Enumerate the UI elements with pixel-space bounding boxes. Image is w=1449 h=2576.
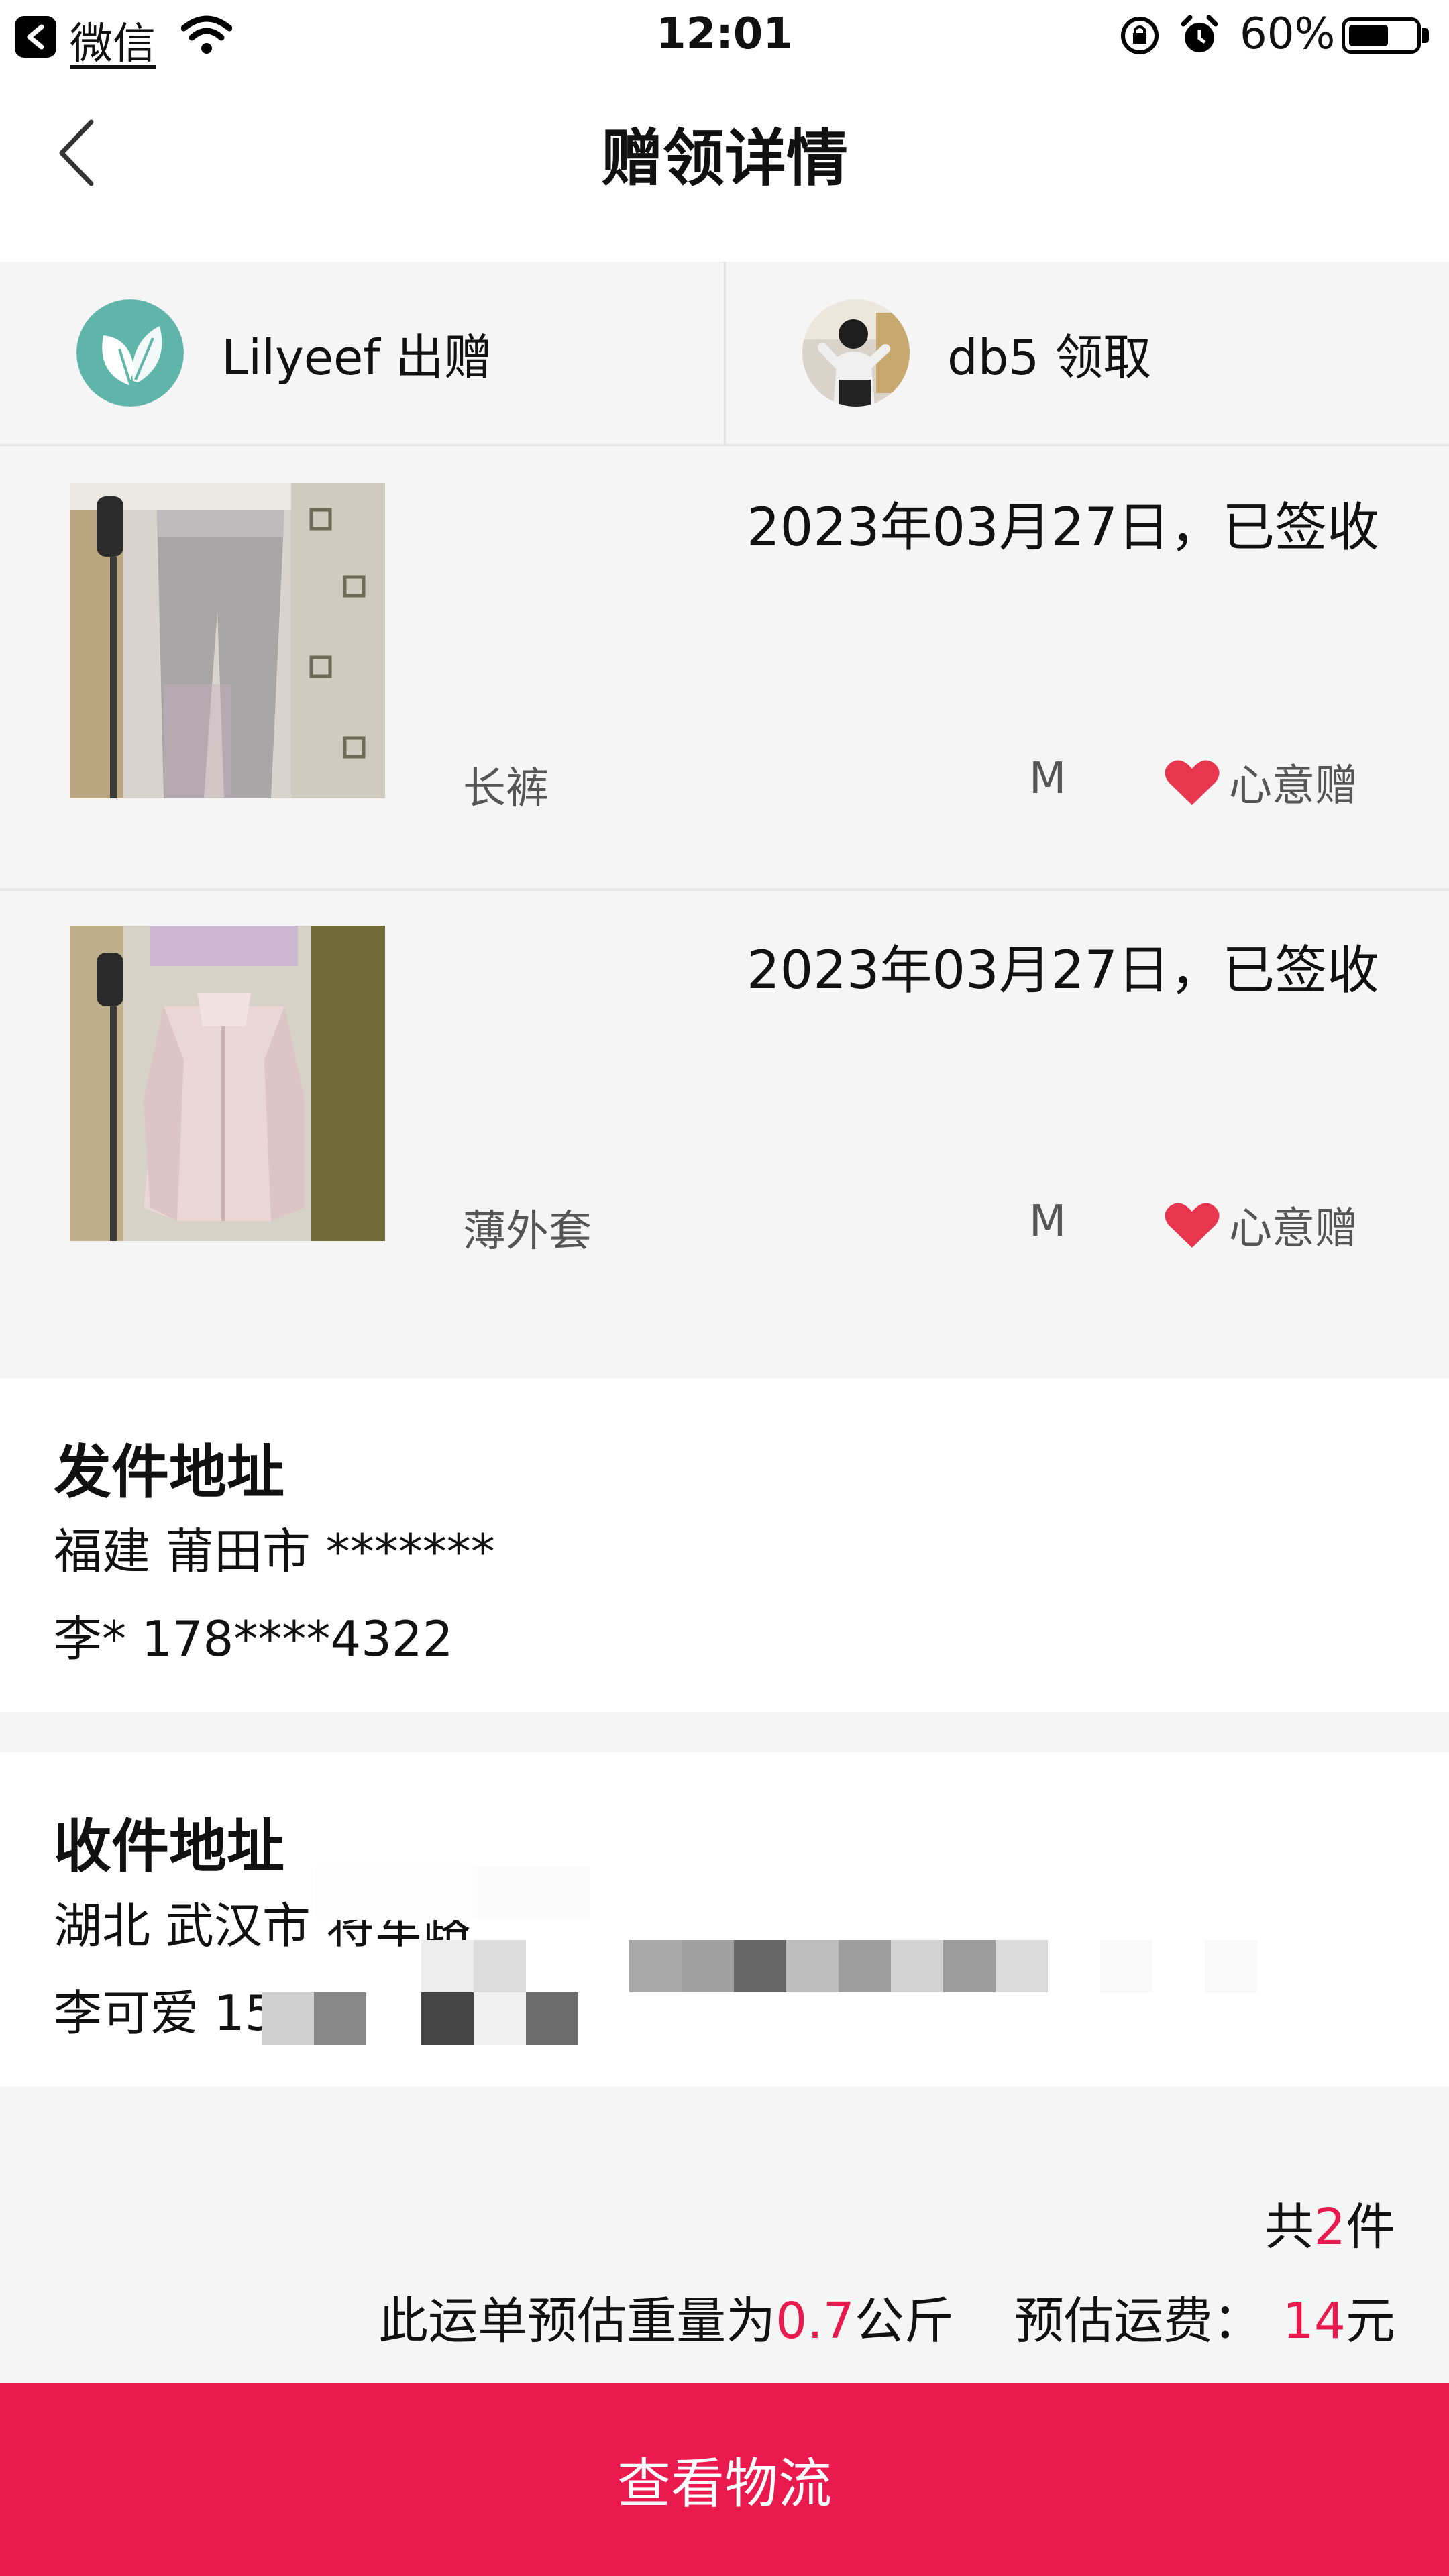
view-logistics-button[interactable]: 查看物流	[0, 2383, 1449, 2576]
nav-bar: 赠领详情	[0, 74, 1449, 262]
item-date-status: 2023年03月27日，已签收	[746, 941, 1379, 1001]
item-date-status: 2023年03月27日，已签收	[746, 498, 1379, 558]
item-photo-pants	[70, 483, 385, 798]
shipment-summary: 共2件 此运单预估重量为0.7公斤 预估运费： 14元	[0, 2086, 1449, 2381]
users-divider	[724, 262, 726, 444]
item-tag: 心意赠	[1163, 751, 1358, 813]
receiver-avatar	[802, 299, 910, 407]
gift-item[interactable]: 2023年03月27日，已签收 长裤 M 心意赠	[0, 448, 1449, 891]
receiver-address-card: 收件地址 湖北 武汉市 将军路 李可爱 15	[0, 1752, 1449, 2086]
fee-unit: 元	[1346, 2292, 1395, 2350]
weight-value: 0.7	[775, 2292, 855, 2350]
weight-unit: 公斤	[854, 2292, 954, 2350]
sender-address-region: 福建 莆田市 *******	[54, 1523, 495, 1580]
item-name: 长裤	[463, 764, 549, 814]
item-size: M	[1029, 754, 1067, 804]
giver-user[interactable]: Lilyeef 出赠	[76, 299, 492, 407]
rotation-lock-icon	[1119, 15, 1161, 59]
fee-value: 14	[1282, 2292, 1346, 2350]
item-count-prefix: 共	[1264, 2198, 1314, 2256]
item-count-suffix: 件	[1346, 2198, 1395, 2256]
item-tag-label: 心意赠	[1229, 761, 1358, 811]
item-size: M	[1029, 1197, 1067, 1246]
receiver-name: db5 领取	[947, 329, 1152, 386]
privacy-mosaic	[0, 1752, 1449, 2086]
item-tag-label: 心意赠	[1229, 1204, 1358, 1254]
clock-time: 12:01	[656, 9, 793, 59]
item-photo-jacket	[70, 926, 385, 1241]
status-bar: 微信 12:01 60%	[0, 0, 1449, 74]
giver-name: Lilyeef 出赠	[221, 329, 492, 386]
item-name: 薄外套	[463, 1207, 592, 1256]
heart-icon	[1165, 760, 1220, 805]
sender-address-title: 发件地址	[54, 1439, 284, 1506]
item-count-value: 2	[1313, 2198, 1346, 2256]
page-title: 赠领详情	[600, 123, 848, 195]
weight-label: 此运单预估重量为	[378, 2292, 776, 2350]
gift-item[interactable]: 2023年03月27日，已签收 薄外套 M 心意赠	[0, 891, 1449, 1377]
battery-level-fill	[1349, 25, 1388, 46]
battery-tip	[1422, 28, 1429, 43]
heart-icon	[1165, 1203, 1220, 1248]
battery-percent: 60%	[1240, 9, 1336, 59]
battery-icon	[1342, 17, 1421, 54]
sender-contact: 李* 178****4322	[54, 1611, 453, 1667]
weight-fee-line: 此运单预估重量为0.7公斤 预估运费： 14元	[378, 2281, 1395, 2353]
users-row: Lilyeef 出赠 db5 领取	[0, 262, 1449, 446]
alarm-icon	[1178, 13, 1221, 59]
receiver-user[interactable]: db5 领取	[802, 299, 1152, 407]
item-count: 共2件	[1265, 2187, 1395, 2259]
giver-avatar	[76, 299, 184, 407]
fee-label: 预估运费：	[1014, 2292, 1263, 2350]
item-tag: 心意赠	[1163, 1194, 1358, 1256]
sender-address-card: 发件地址 福建 莆田市 ******* 李* 178****4322	[0, 1378, 1449, 1712]
